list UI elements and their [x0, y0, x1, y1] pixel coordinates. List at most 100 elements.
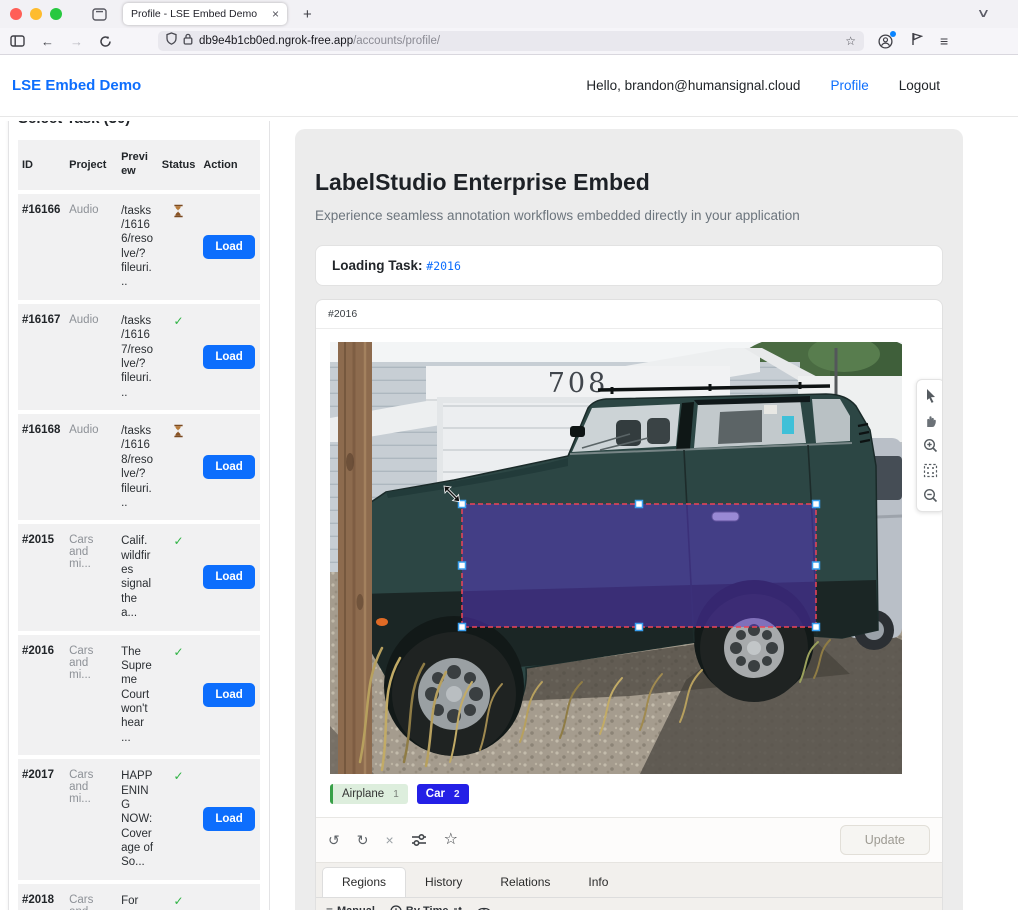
status-icon: ✓ — [174, 769, 184, 783]
tab-history[interactable]: History — [406, 868, 481, 897]
tab-info[interactable]: Info — [569, 868, 627, 897]
tracking-shield-icon[interactable] — [166, 32, 177, 50]
favorite-star-icon[interactable]: ☆ — [444, 832, 458, 848]
new-tab-button[interactable]: + — [303, 6, 312, 23]
clock-icon — [390, 905, 402, 910]
sort-by-button[interactable]: By Time — [390, 905, 462, 910]
select-tool-icon[interactable] — [917, 383, 943, 408]
region-handle[interactable] — [813, 501, 820, 508]
column-header-id: ID — [18, 140, 65, 190]
task-id: #16166 — [18, 194, 65, 300]
back-button[interactable]: ← — [41, 34, 54, 49]
firefox-view-icon[interactable] — [92, 8, 107, 21]
url-domain: db9e4b1cb0ed.ngrok-free.app — [199, 35, 353, 47]
url-bar[interactable]: db9e4b1cb0ed.ngrok-free.app/accounts/pro… — [158, 31, 864, 51]
table-row: #2016 Cars and mi... The Supreme Court w… — [18, 635, 260, 756]
column-header-action: Action — [199, 140, 260, 190]
reload-button[interactable] — [99, 35, 112, 48]
column-header-preview: Preview — [117, 140, 158, 190]
task-image[interactable]: 708 — [330, 342, 902, 774]
page-title: LabelStudio Enterprise Embed — [315, 169, 943, 196]
pan-tool-icon[interactable] — [917, 408, 943, 433]
tab-close-icon[interactable]: × — [272, 8, 279, 20]
annotation-card: #2016 — [315, 299, 943, 910]
menu-hamburger-icon[interactable]: ≡ — [940, 33, 948, 49]
task-list-section: Select Task (30) ID Project Preview Stat… — [0, 121, 270, 910]
region-handle[interactable] — [459, 624, 466, 631]
column-header-status: Status — [158, 140, 200, 190]
zoom-window-button[interactable] — [50, 8, 62, 20]
forward-button: → — [70, 34, 83, 49]
profile-link[interactable]: Profile — [830, 78, 868, 93]
task-preview: /tasks/16166/resolve/?fileuri... — [117, 194, 158, 300]
load-button[interactable]: Load — [203, 683, 254, 707]
region-handle[interactable] — [813, 562, 820, 569]
task-id: #2015 — [18, 524, 65, 630]
sidebar-toggle-icon[interactable] — [10, 35, 25, 47]
lock-icon[interactable] — [183, 32, 193, 50]
settings-sliders-icon[interactable] — [411, 833, 427, 847]
account-icon[interactable] — [878, 34, 893, 49]
table-row: #2017 Cars and mi... HAPPENING NOW: Cove… — [18, 759, 260, 880]
url-text[interactable]: db9e4b1cb0ed.ngrok-free.app/accounts/pro… — [199, 35, 839, 47]
undo-icon[interactable]: ↺ — [328, 833, 340, 847]
zoom-in-icon[interactable] — [917, 433, 943, 458]
task-project: Cars and mi... — [65, 884, 117, 910]
status-icon — [173, 209, 184, 221]
tab-overflow-chevron-icon[interactable]: ∨ — [977, 6, 991, 20]
browser-tab-bar: Profile - LSE Embed Demo × + ∨ — [0, 0, 1018, 28]
region-bounding-box[interactable] — [444, 486, 820, 631]
label-chip-airplane[interactable]: Airplane1 — [330, 784, 408, 804]
group-by-label: Manual — [337, 905, 375, 910]
annotation-task-id: #2016 — [316, 300, 942, 329]
status-icon: ✓ — [174, 645, 184, 659]
region-car[interactable] — [462, 504, 816, 627]
url-path: /accounts/profile/ — [353, 35, 440, 47]
table-row: #16166 Audio /tasks/16166/resolve/?fileu… — [18, 194, 260, 300]
bookmark-star-icon[interactable]: ☆ — [845, 34, 856, 48]
logout-link[interactable]: Logout — [899, 78, 940, 93]
label-name: Car — [426, 788, 445, 800]
fit-to-screen-icon[interactable] — [917, 458, 943, 483]
load-button[interactable]: Load — [203, 565, 254, 589]
window-controls — [10, 8, 62, 20]
status-icon: ✓ — [174, 314, 184, 328]
zoom-out-icon[interactable] — [917, 483, 943, 508]
region-handle[interactable] — [636, 501, 643, 508]
task-preview: HAPPENING NOW: Coverage of So... — [117, 759, 158, 880]
load-button[interactable]: Load — [203, 235, 254, 259]
label-hotkey: 2 — [454, 789, 460, 800]
update-button[interactable]: Update — [840, 825, 930, 855]
browser-actions: ≡ — [878, 32, 948, 51]
house-number: 708 — [548, 368, 609, 399]
task-table: ID Project Preview Status Action #16166 … — [18, 136, 260, 910]
load-button[interactable]: Load — [203, 807, 254, 831]
status-icon — [173, 429, 184, 441]
table-row: #16167 Audio /tasks/16167/resolve/?fileu… — [18, 304, 260, 410]
extensions-icon[interactable] — [910, 32, 923, 51]
table-row: #2018 Cars and mi... For emerging market… — [18, 884, 260, 910]
group-by-button[interactable]: ≡ Manual — [326, 904, 375, 910]
annotation-canvas[interactable]: 708 — [330, 342, 902, 774]
close-window-button[interactable] — [10, 8, 22, 20]
region-handle[interactable] — [636, 624, 643, 631]
toggle-visibility-button[interactable] — [477, 906, 491, 910]
load-button[interactable]: Load — [203, 455, 254, 479]
annotation-tabs: RegionsHistoryRelationsInfo — [316, 862, 942, 897]
region-handle[interactable] — [459, 562, 466, 569]
table-header-row: ID Project Preview Status Action — [18, 140, 260, 190]
tab-relations[interactable]: Relations — [481, 868, 569, 897]
region-handle[interactable] — [813, 624, 820, 631]
sort-order-icon — [453, 906, 462, 910]
load-button[interactable]: Load — [203, 345, 254, 369]
label-name: Airplane — [342, 788, 384, 800]
label-chip-car[interactable]: Car 2 — [417, 784, 469, 804]
minimize-window-button[interactable] — [30, 8, 42, 20]
browser-tab[interactable]: Profile - LSE Embed Demo × — [123, 3, 287, 25]
task-preview: /tasks/16168/resolve/?fileuri... — [117, 414, 158, 520]
reset-icon[interactable]: × — [385, 833, 393, 847]
redo-icon[interactable]: ↻ — [357, 833, 369, 847]
tab-regions[interactable]: Regions — [322, 867, 406, 897]
task-preview: The Supreme Court won't hear ... — [117, 635, 158, 756]
brand-link[interactable]: LSE Embed Demo — [12, 77, 141, 94]
